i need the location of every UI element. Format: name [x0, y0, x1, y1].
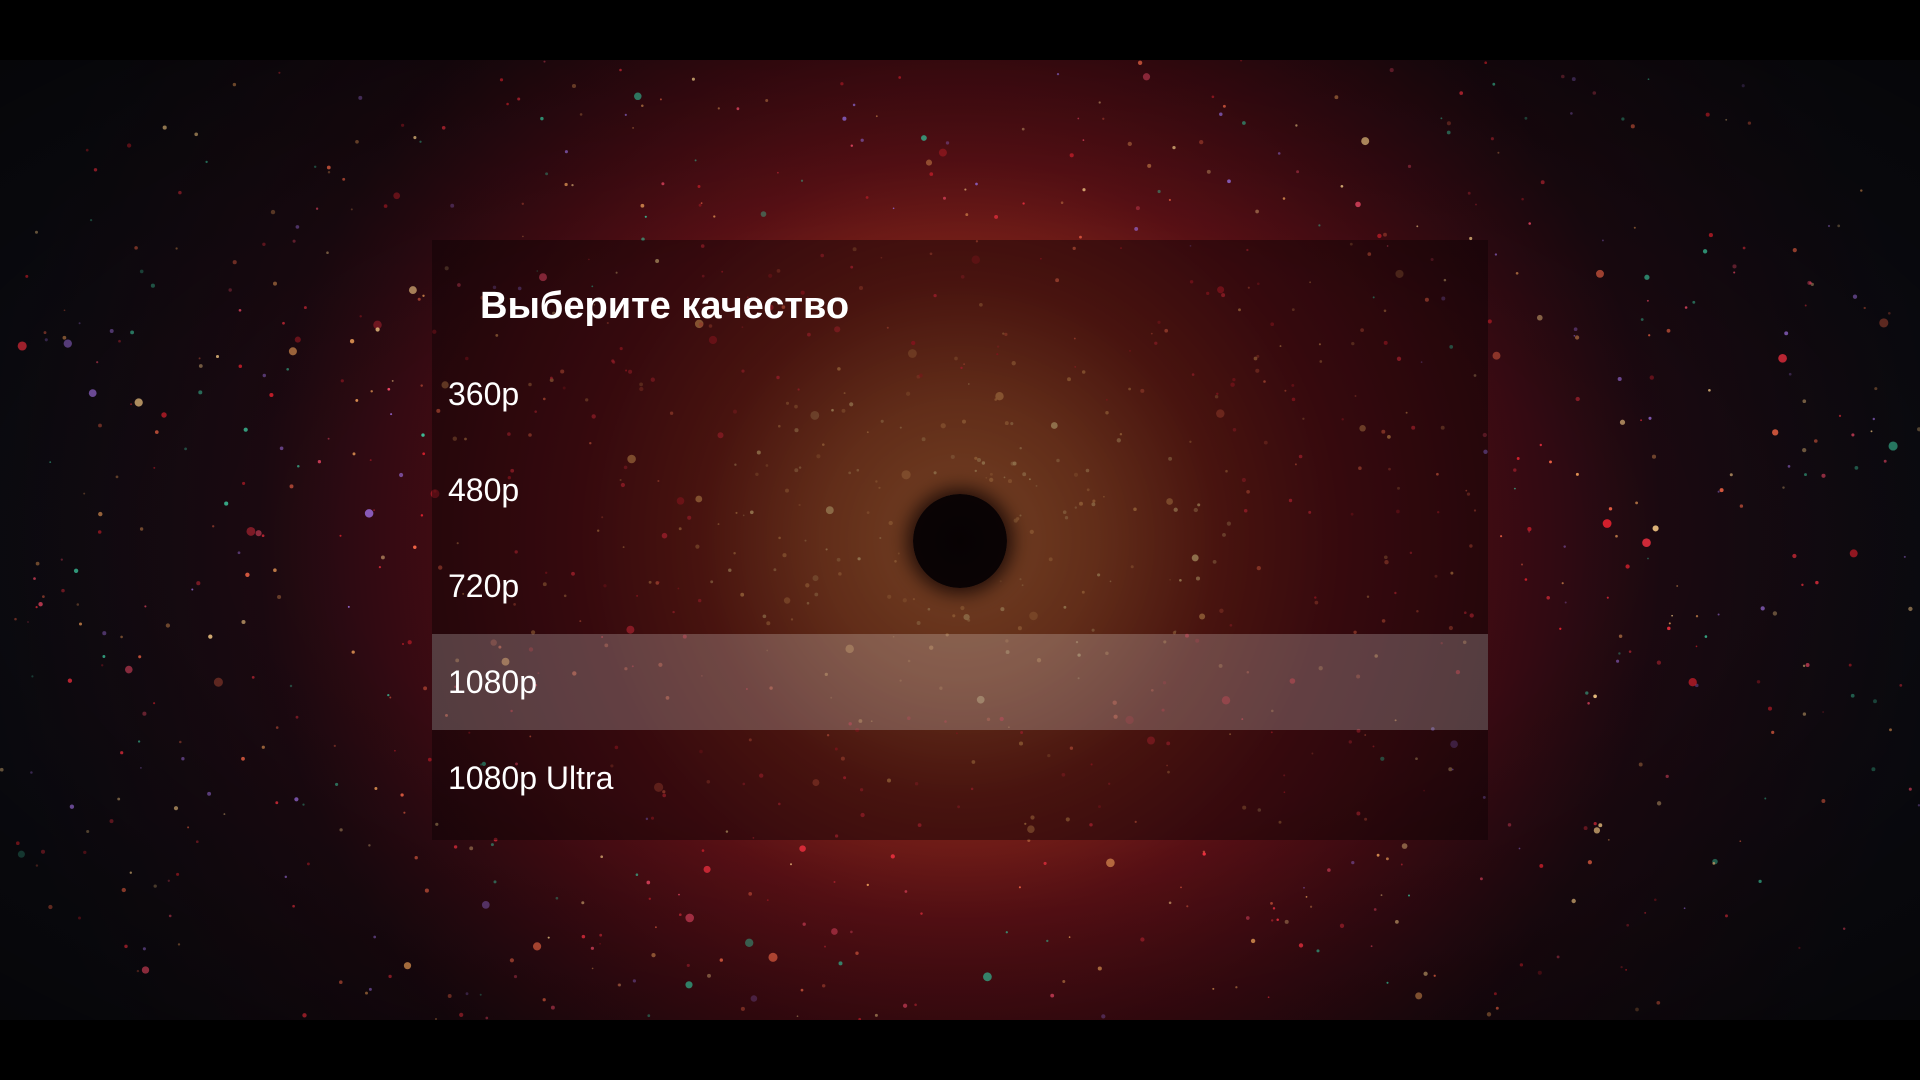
letterbox-top	[0, 0, 1920, 60]
quality-option-720p[interactable]: 720p	[432, 538, 1488, 634]
dialog-title: Выберите качество	[480, 285, 850, 327]
quality-option-1080p[interactable]: 1080p	[432, 634, 1488, 730]
quality-option-360p[interactable]: 360p	[432, 346, 1488, 442]
quality-option-480p[interactable]: 480p	[432, 442, 1488, 538]
letterbox-bottom	[0, 1020, 1920, 1080]
quality-list: 360p 480p 720p 1080p 1080p Ultra	[432, 346, 1488, 826]
quality-dialog: Выберите качество 360p 480p 720p 1080p 1…	[432, 240, 1488, 840]
quality-option-1080p-ultra[interactable]: 1080p Ultra	[432, 730, 1488, 826]
